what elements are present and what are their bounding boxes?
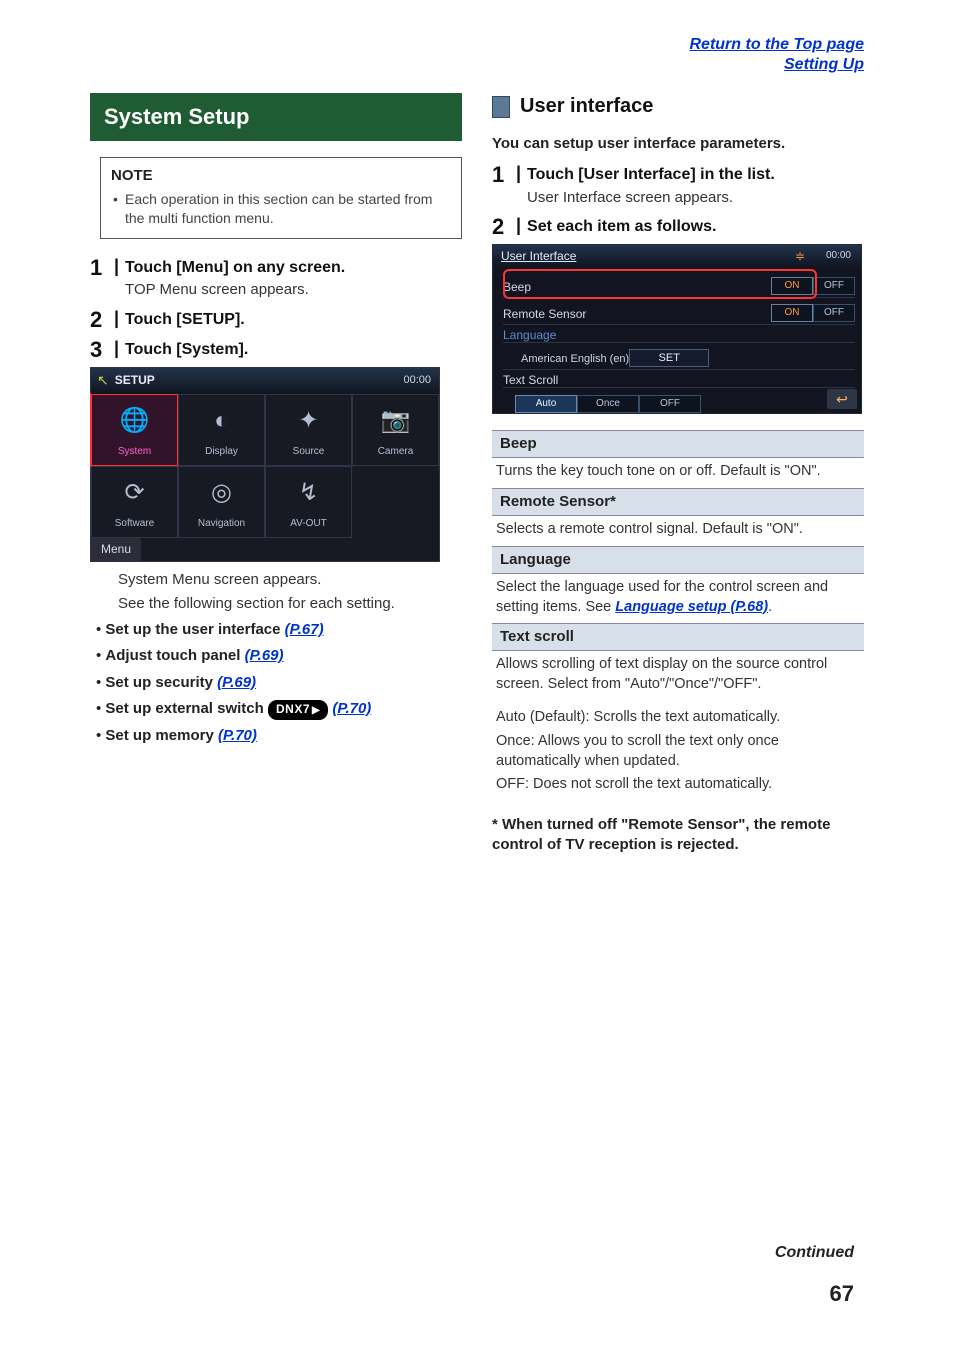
setup-tile-navigation: ◎Navigation — [178, 466, 265, 538]
setup-tile-software: ⟳Software — [91, 466, 178, 538]
step-number: 3 — [90, 339, 108, 361]
setup-shot-title: SETUP — [115, 372, 155, 388]
back-arrow-icon: ↖ — [97, 371, 109, 390]
remote-sensor-label: Remote Sensor — [503, 306, 771, 322]
page-ref-link[interactable]: (P.69) — [245, 647, 284, 664]
step-number: 2 — [492, 216, 510, 238]
scroll-off: OFF — [639, 395, 701, 413]
beep-label: Beep — [503, 279, 771, 295]
step-number: 1 — [492, 164, 510, 208]
step-head: Touch [Menu] on any screen. — [125, 257, 462, 279]
def-head-beep: Beep — [492, 430, 864, 458]
setup-screenshot: ↖ SETUP 00:00 🌐System ◐Display ✦Source 📷… — [90, 367, 440, 562]
textscroll-options: Auto (Default): Scrolls the text automat… — [492, 700, 864, 800]
page-ref-link[interactable]: (P.70) — [218, 727, 257, 744]
page-ref-link[interactable]: (P.67) — [285, 621, 324, 638]
bullet-text: Set up memory — [105, 727, 213, 744]
user-interface-title: User interface — [520, 93, 653, 120]
def-body: Selects a remote control signal. Default… — [492, 516, 864, 546]
language-value: American English (en) — [503, 352, 629, 367]
back-button-icon: ↩ — [827, 389, 857, 409]
return-top-link[interactable]: Return to the Top page — [689, 36, 864, 53]
step-number: 1 — [90, 257, 108, 301]
step-desc: User Interface screen appears. — [527, 188, 864, 208]
equalizer-icon: ≑ — [795, 248, 805, 264]
toggle-off: OFF — [813, 304, 855, 322]
note-box: NOTE Each operation in this section can … — [100, 157, 462, 239]
bullet-text: Set up external switch — [105, 700, 263, 717]
setup-tile-avout: ↯AV-OUT — [265, 466, 352, 538]
def-head-language: Language — [492, 546, 864, 574]
continued-label: Continued — [775, 1242, 854, 1264]
def-head-remote: Remote Sensor* — [492, 488, 864, 516]
page-number: 67 — [830, 1279, 854, 1309]
step-head: Set each item as follows. — [527, 216, 864, 238]
menu-tab: Menu — [91, 538, 141, 560]
step-number: 2 — [90, 309, 108, 331]
ui-shot-title: User Interface — [501, 248, 576, 264]
dnx7-badge: DNX7▶ — [268, 700, 328, 720]
def-head-textscroll: Text scroll — [492, 623, 864, 651]
def-body: Select the language used for the control… — [492, 574, 864, 623]
textscroll-toggle: Auto Once OFF — [515, 395, 701, 413]
setting-up-link[interactable]: Setting Up — [784, 56, 864, 73]
setup-tile-system: 🌐System — [91, 394, 178, 466]
set-button: SET — [629, 349, 709, 367]
step-head: Touch [SETUP]. — [125, 309, 462, 331]
toggle-on: ON — [771, 277, 813, 295]
step-head: Touch [System]. — [125, 339, 462, 361]
toggle-on: ON — [771, 304, 813, 322]
note-title: NOTE — [111, 166, 451, 186]
scroll-auto: Auto — [515, 395, 577, 413]
clock-label: 00:00 — [826, 249, 851, 263]
header-links: Return to the Top page Setting Up — [90, 35, 864, 75]
ui-screenshot: User Interface ≑ 00:00 Beep ON OFF Remot… — [492, 244, 862, 414]
def-body: Allows scrolling of text display on the … — [492, 651, 864, 700]
toggle-off: OFF — [813, 277, 855, 295]
remote-toggle: ON OFF — [771, 304, 855, 322]
setup-tile-display: ◐Display — [178, 394, 265, 466]
language-label: Language — [503, 327, 855, 343]
note-body: Each operation in this section can be st… — [111, 190, 451, 228]
bullet-text: Set up security — [105, 674, 213, 691]
section-marker-icon — [492, 96, 510, 118]
system-setup-title: System Setup — [90, 93, 462, 141]
step-head: Touch [User Interface] in the list. — [527, 164, 864, 186]
page-ref-link[interactable]: (P.69) — [217, 674, 256, 691]
bullet-text: Set up the user interface — [105, 621, 280, 638]
scroll-once: Once — [577, 395, 639, 413]
after-shot-line-1: System Menu screen appears. — [90, 570, 462, 590]
after-shot-line-2: See the following section for each setti… — [90, 594, 462, 614]
beep-toggle: ON OFF — [771, 277, 855, 295]
textscroll-label: Text Scroll — [503, 372, 855, 388]
def-body: Turns the key touch tone on or off. Defa… — [492, 458, 864, 488]
setup-tile-source: ✦Source — [265, 394, 352, 466]
page-ref-link[interactable]: (P.70) — [332, 700, 371, 717]
setup-tile-camera: 📷Camera — [352, 394, 439, 466]
language-setup-link[interactable]: Language setup (P.68) — [615, 599, 768, 615]
ui-intro: You can setup user interface parameters. — [492, 134, 864, 154]
footnote: * When turned off "Remote Sensor", the r… — [492, 815, 864, 856]
clock-label: 00:00 — [403, 373, 431, 388]
bullet-text: Adjust touch panel — [105, 647, 240, 664]
step-desc: TOP Menu screen appears. — [125, 280, 462, 300]
